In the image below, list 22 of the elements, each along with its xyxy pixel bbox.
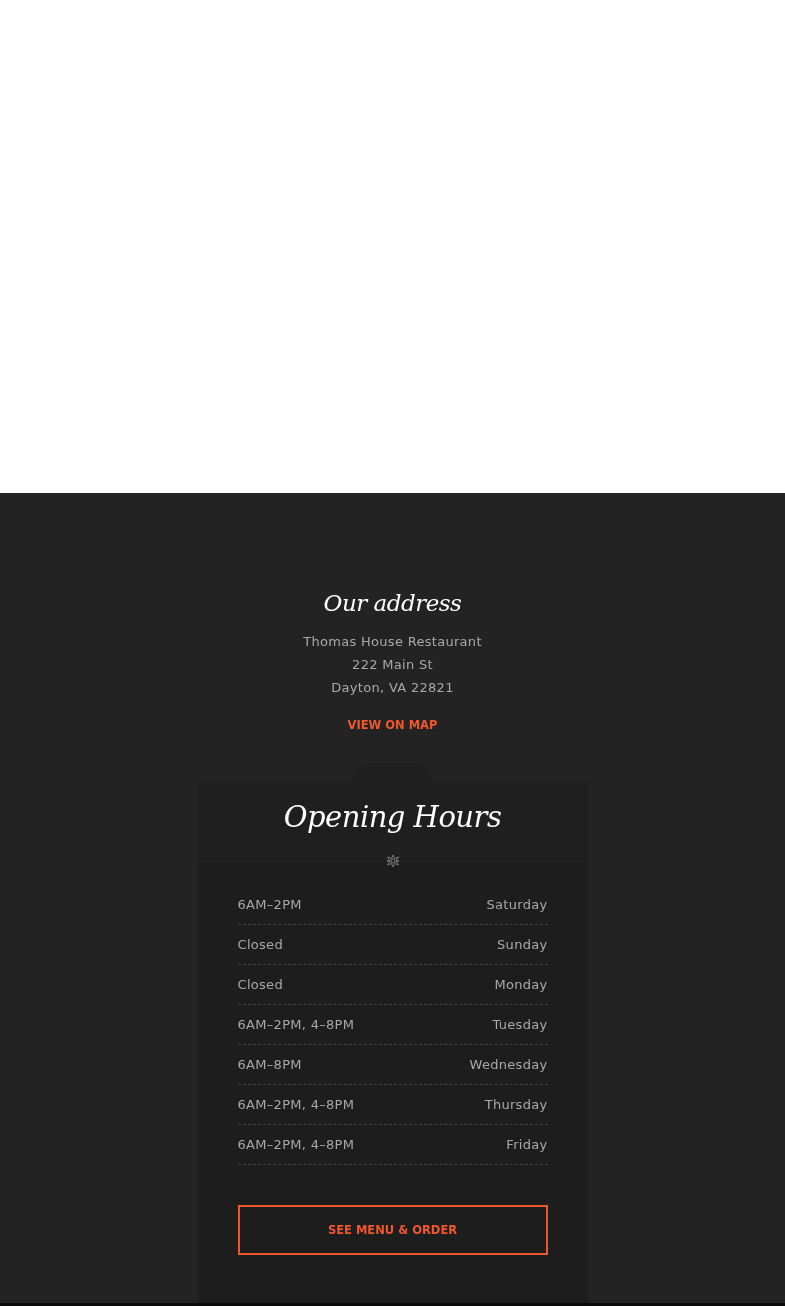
day-text: Saturday [486, 897, 548, 912]
address-line: Thomas House Restaurant [303, 633, 482, 651]
hours-text: 6AM–2PM, 4–8PM [237, 1137, 355, 1152]
day-text: Monday [494, 977, 548, 992]
card-title: Opening Hours [283, 799, 502, 836]
day-text: Tuesday [492, 1017, 548, 1032]
hours-text: 6AM–2PM [237, 897, 302, 912]
day-text: Friday [506, 1137, 548, 1152]
ornament-icon [385, 854, 400, 868]
section-title: Our address [323, 589, 462, 618]
hours-text: Closed [237, 937, 283, 952]
day-text: Sunday [497, 937, 548, 952]
hours-text: 6AM–2PM, 4–8PM [237, 1097, 355, 1112]
day-text: Thursday [484, 1097, 548, 1112]
menu-order-button[interactable]: SEE MENU & ORDER [237, 1205, 548, 1255]
address-line: Dayton, VA 22821 [331, 679, 454, 697]
hours-text: 6AM–8PM [237, 1057, 302, 1072]
hours-text: 6AM–2PM, 4–8PM [237, 1017, 355, 1032]
address-line: 222 Main St [352, 656, 433, 674]
view-on-map-link[interactable]: VIEW ON MAP [347, 717, 438, 733]
hours-text: Closed [237, 977, 283, 992]
day-text: Wednesday [469, 1057, 548, 1072]
